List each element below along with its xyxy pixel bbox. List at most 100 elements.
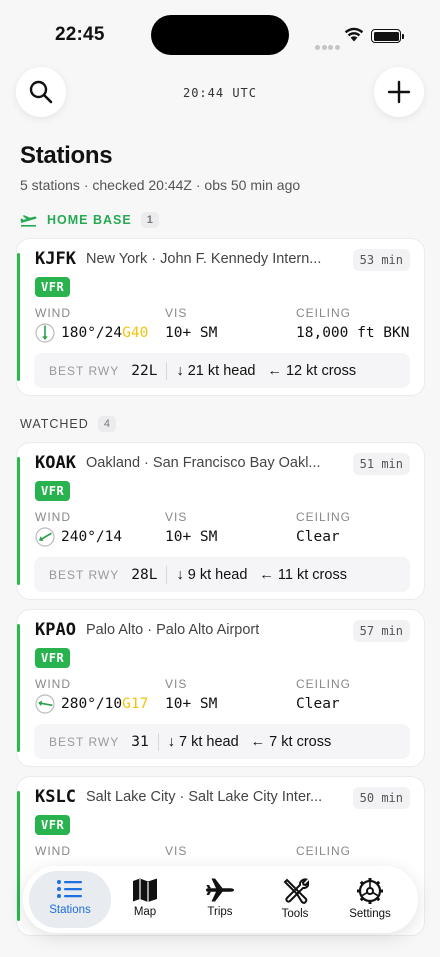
wind-gust: G40: [122, 325, 149, 341]
section-label: HOME BASE: [47, 213, 132, 227]
page-subtitle: 5 stations · checked 20:44Z · obs 50 min…: [20, 177, 301, 193]
tab-settings[interactable]: Settings: [329, 871, 411, 928]
ceiling-label: CEILING: [296, 306, 352, 320]
wind-gust: G17: [122, 696, 149, 712]
flight-category-badge: VFR: [35, 277, 71, 297]
obs-age-badge: 57 min: [352, 620, 410, 642]
obs-age-badge: 53 min: [352, 249, 410, 271]
ceiling-label: CEILING: [296, 677, 352, 691]
dynamic-island: [151, 15, 289, 55]
runway-number: 31: [131, 733, 149, 750]
wind-value: 180°/24G40: [61, 325, 149, 341]
flight-category-badge: VFR: [35, 648, 71, 668]
station-ident: KOAK: [35, 453, 76, 473]
headwind-value: ↓ 7 kt head: [167, 733, 239, 750]
crosswind-value: ← 7 kt cross: [250, 733, 332, 750]
station-name: New York · John F. Kennedy Intern...: [86, 251, 322, 267]
add-station-button[interactable]: [374, 67, 424, 117]
best-runway-bar: BEST RWY 31 ↓ 7 kt head ← 7 kt cross: [34, 724, 410, 759]
station-card-koak[interactable]: KOAK Oakland · San Francisco Bay Oakl...…: [16, 442, 425, 600]
ceiling-label: CEILING: [296, 510, 352, 524]
station-card-kpao[interactable]: KPAO Palo Alto · Palo Alto Airport 57 mi…: [16, 609, 425, 767]
flight-category-badge: VFR: [35, 815, 71, 835]
section-count: 1: [140, 212, 159, 228]
category-stripe: [17, 457, 20, 585]
wifi-icon: [344, 27, 364, 42]
vis-value: 10+ SM: [165, 696, 218, 712]
tab-tools[interactable]: Tools: [254, 871, 336, 928]
status-time: 22:45: [55, 24, 105, 45]
headwind-value: ↓ 9 kt head: [176, 566, 248, 583]
wind-label: WIND: [35, 306, 71, 320]
tools-icon: [283, 878, 309, 904]
plus-icon: [387, 80, 411, 104]
vis-label: VIS: [165, 510, 188, 524]
obs-age-badge: 50 min: [352, 787, 410, 809]
airplane-icon: [206, 878, 234, 902]
wind-direction-icon: [35, 527, 55, 547]
tab-label: Map: [133, 906, 157, 918]
wind-value: 240°/14: [61, 529, 123, 545]
wind-value: 280°/10G17: [61, 696, 149, 712]
category-stripe: [17, 791, 20, 921]
station-card-kjfk[interactable]: KJFK New York · John F. Kennedy Intern..…: [16, 238, 425, 396]
best-runway-bar: BEST RWY 22L ↓ 21 kt head ← 12 kt cross: [34, 353, 410, 388]
ceiling-value: Clear: [296, 696, 340, 712]
section-watched: WATCHED 4: [20, 416, 116, 432]
station-name: Salt Lake City · Salt Lake City Inter...: [86, 789, 323, 805]
crosswind-value: ← 11 kt cross: [259, 566, 347, 583]
tab-label: Settings: [349, 908, 391, 920]
departure-icon: [20, 214, 37, 227]
cellular-signal-icon: [315, 37, 341, 55]
ceiling-value: 18,000 ft BKN: [296, 325, 410, 341]
vis-value: 10+ SM: [165, 529, 218, 545]
section-count: 4: [97, 416, 116, 432]
runway-number: 22L: [131, 362, 158, 379]
crosswind-value: ← 12 kt cross: [267, 362, 357, 379]
tab-bar: Stations Map Trips Tools Settings: [23, 866, 418, 933]
status-bar: 22:45: [0, 0, 440, 70]
divider: [166, 565, 168, 584]
wind-label: WIND: [35, 844, 71, 858]
gear-icon: [357, 878, 383, 904]
category-stripe: [17, 624, 20, 752]
tab-stations[interactable]: Stations: [29, 871, 111, 928]
obs-age-badge: 51 min: [352, 453, 410, 475]
category-stripe: [17, 253, 20, 381]
tab-map[interactable]: Map: [104, 871, 186, 928]
best-runway-bar: BEST RWY 28L ↓ 9 kt head ← 11 kt cross: [34, 557, 410, 592]
vis-label: VIS: [165, 306, 188, 320]
station-name: Palo Alto · Palo Alto Airport: [86, 622, 260, 638]
page-title: Stations: [20, 142, 113, 169]
wind-direction-icon: [35, 694, 55, 714]
best-rwy-label: BEST RWY: [49, 363, 120, 378]
ceiling-label: CEILING: [296, 844, 352, 858]
headwind-value: ↓ 21 kt head: [176, 362, 256, 379]
ceiling-value: Clear: [296, 529, 340, 545]
tab-trips[interactable]: Trips: [179, 871, 261, 928]
divider: [157, 732, 159, 751]
section-home-base: HOME BASE 1: [20, 212, 159, 228]
station-name: Oakland · San Francisco Bay Oakl...: [86, 455, 321, 471]
tab-label: Tools: [281, 908, 309, 920]
map-icon: [133, 878, 157, 902]
divider: [166, 361, 168, 380]
list-icon: [57, 880, 82, 898]
flight-category-badge: VFR: [35, 481, 71, 501]
wind-label: WIND: [35, 510, 71, 524]
tab-label: Trips: [207, 906, 233, 918]
wind-direction-icon: [35, 323, 55, 343]
section-label: WATCHED: [20, 417, 89, 431]
best-rwy-label: BEST RWY: [49, 734, 120, 749]
wind-label: WIND: [35, 677, 71, 691]
vis-value: 10+ SM: [165, 325, 218, 341]
runway-number: 28L: [131, 566, 158, 583]
vis-label: VIS: [165, 844, 188, 858]
station-ident: KSLC: [35, 787, 76, 807]
station-ident: KJFK: [35, 249, 76, 269]
tab-label: Stations: [49, 904, 91, 916]
battery-icon: [371, 29, 404, 43]
vis-label: VIS: [165, 677, 188, 691]
station-ident: KPAO: [35, 620, 76, 640]
best-rwy-label: BEST RWY: [49, 567, 120, 582]
